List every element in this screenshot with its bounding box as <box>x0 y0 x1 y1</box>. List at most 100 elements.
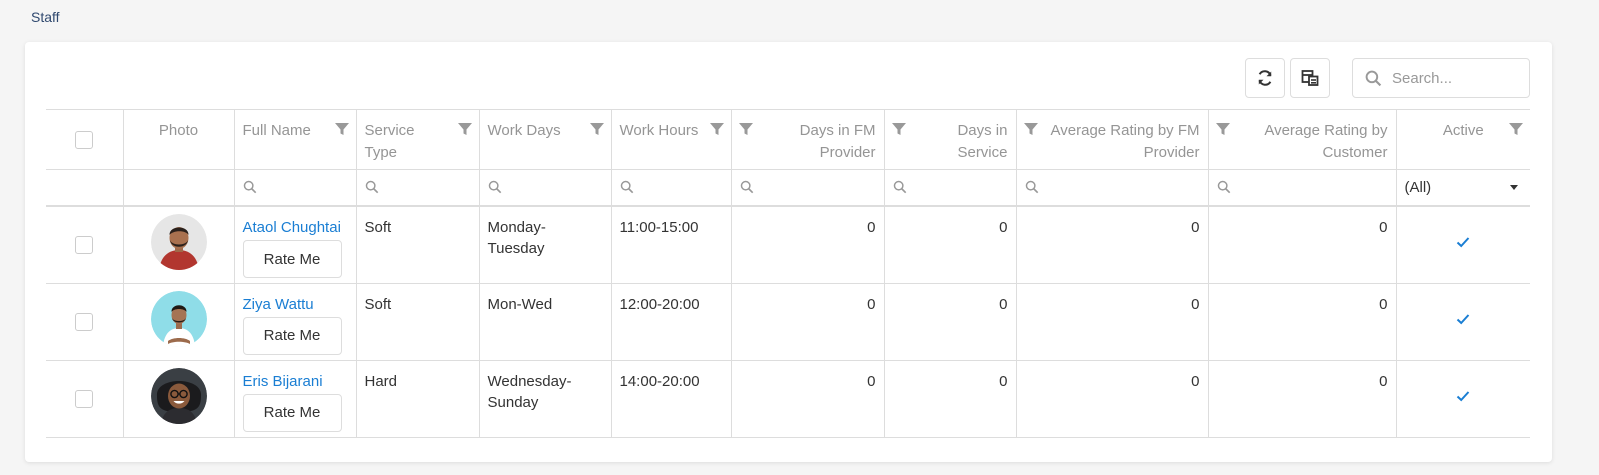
days-in-service-cell: 0 <box>884 283 1017 361</box>
col-header-avg-rating-fm[interactable]: Average Rating by FM Provider <box>1016 110 1209 170</box>
row-checkbox[interactable] <box>75 389 94 408</box>
search-icon <box>488 180 501 193</box>
search-icon <box>1365 70 1382 86</box>
table-row: Ataol Chughtai Rate Me Soft Monday-Tuesd… <box>46 206 1530 284</box>
check-icon <box>1457 313 1470 324</box>
active-cell <box>1396 360 1530 438</box>
search-icon <box>620 180 633 193</box>
filter-cell-work-hours[interactable] <box>611 169 732 207</box>
active-filter-select[interactable]: (All) <box>1405 179 1523 196</box>
filter-cell-avg-rating-customer[interactable] <box>1208 169 1397 207</box>
avatar <box>150 214 207 270</box>
days-in-fm-provider-cell: 0 <box>731 360 885 438</box>
avg-rating-customer-cell: 0 <box>1208 360 1397 438</box>
page-title: Staff <box>31 9 60 25</box>
filter-icon[interactable] <box>891 121 907 137</box>
filter-icon[interactable] <box>589 121 605 137</box>
avg-rating-fm-cell: 0 <box>1016 283 1209 361</box>
days-in-service-cell: 0 <box>884 206 1017 284</box>
avg-rating-fm-cell: 0 <box>1016 206 1209 284</box>
refresh-button[interactable] <box>1245 58 1285 98</box>
filter-icon[interactable] <box>1215 121 1231 137</box>
filter-cell-service-type[interactable] <box>356 169 480 207</box>
full-name-cell: Ziya Wattu Rate Me <box>234 283 357 361</box>
staff-name-link[interactable]: Ataol Chughtai <box>243 217 341 238</box>
filter-cell-full-name[interactable] <box>234 169 357 207</box>
days-in-service-cell: 0 <box>884 360 1017 438</box>
service-type-cell: Soft <box>356 283 480 361</box>
service-type-cell: Hard <box>356 360 480 438</box>
row-checkbox[interactable] <box>75 236 94 254</box>
filter-cell-photo <box>123 169 235 207</box>
search-icon <box>1217 180 1230 193</box>
table-row: Eris Bijarani Rate Me Hard Wednesday-Sun… <box>46 360 1530 438</box>
active-cell <box>1396 283 1530 361</box>
filter-cell-work-days[interactable] <box>479 169 612 207</box>
check-icon <box>1457 237 1470 248</box>
row-select-cell <box>46 206 124 284</box>
header-row: Photo Full Name Service Type Work Days W… <box>46 110 1530 170</box>
rate-me-button[interactable]: Rate Me <box>242 240 342 278</box>
filter-icon[interactable] <box>334 121 350 137</box>
avatar <box>150 367 207 424</box>
row-checkbox[interactable] <box>75 312 94 331</box>
work-days-cell: Wednesday-Sunday <box>479 360 612 438</box>
col-header-service-type[interactable]: Service Type <box>356 110 480 170</box>
work-hours-cell: 12:00-20:00 <box>611 283 732 361</box>
rate-me-button[interactable]: Rate Me <box>242 393 342 432</box>
full-name-cell: Eris Bijarani Rate Me <box>234 360 357 438</box>
refresh-icon <box>1258 70 1272 86</box>
col-header-full-name[interactable]: Full Name <box>234 110 357 170</box>
avg-rating-fm-cell: 0 <box>1016 360 1209 438</box>
rate-me-button[interactable]: Rate Me <box>242 316 342 355</box>
avatar <box>150 290 207 347</box>
filter-row: (All) <box>46 169 1530 207</box>
full-name-cell: Ataol Chughtai Rate Me <box>234 206 357 284</box>
search-icon <box>365 180 378 193</box>
table-row: Ziya Wattu Rate Me Soft Mon-Wed 12:00-20… <box>46 283 1530 361</box>
filter-icon[interactable] <box>1023 121 1039 137</box>
column-chooser-icon <box>1301 70 1319 86</box>
photo-cell <box>123 360 235 438</box>
check-icon <box>1457 390 1470 401</box>
filter-cell-active[interactable]: (All) <box>1396 169 1530 207</box>
col-header-work-hours[interactable]: Work Hours <box>611 110 732 170</box>
work-days-cell: Monday-Tuesday <box>479 206 612 284</box>
staff-grid: Photo Full Name Service Type Work Days W… <box>46 109 1530 438</box>
filter-icon[interactable] <box>1508 121 1524 137</box>
search-icon <box>740 180 753 193</box>
service-type-cell: Soft <box>356 206 480 284</box>
col-header-active[interactable]: Active <box>1396 110 1530 170</box>
search-box[interactable] <box>1352 58 1530 98</box>
col-header-days-in-fm-provider[interactable]: Days in FM Provider <box>731 110 885 170</box>
staff-name-link[interactable]: Ziya Wattu <box>243 294 314 315</box>
work-hours-cell: 14:00-20:00 <box>611 360 732 438</box>
search-icon <box>893 180 906 193</box>
filter-icon[interactable] <box>457 121 473 137</box>
search-icon <box>1025 180 1038 193</box>
staff-card: Photo Full Name Service Type Work Days <box>25 42 1552 462</box>
days-in-fm-provider-cell: 0 <box>731 283 885 361</box>
search-input[interactable] <box>1390 68 1520 88</box>
filter-cell-avg-rating-fm[interactable] <box>1016 169 1209 207</box>
select-all-checkbox[interactable] <box>75 131 94 149</box>
work-hours-cell: 11:00-15:00 <box>611 206 732 284</box>
photo-cell <box>123 206 235 284</box>
active-cell <box>1396 206 1530 284</box>
chevron-down-icon <box>1510 184 1518 190</box>
work-days-cell: Mon-Wed <box>479 283 612 361</box>
col-header-avg-rating-customer[interactable]: Average Rating by Customer <box>1208 110 1397 170</box>
filter-icon[interactable] <box>709 121 725 137</box>
row-select-cell <box>46 360 124 438</box>
filter-icon[interactable] <box>738 121 754 137</box>
row-select-cell <box>46 283 124 361</box>
photo-cell <box>123 283 235 361</box>
select-all-cell <box>46 110 124 170</box>
filter-cell-days-in-service[interactable] <box>884 169 1017 207</box>
col-header-work-days[interactable]: Work Days <box>479 110 612 170</box>
staff-name-link[interactable]: Eris Bijarani <box>243 371 323 392</box>
column-chooser-button[interactable] <box>1290 58 1330 98</box>
col-header-photo[interactable]: Photo <box>123 110 235 170</box>
filter-cell-days-in-fm-provider[interactable] <box>731 169 885 207</box>
col-header-days-in-service[interactable]: Days in Service <box>884 110 1017 170</box>
